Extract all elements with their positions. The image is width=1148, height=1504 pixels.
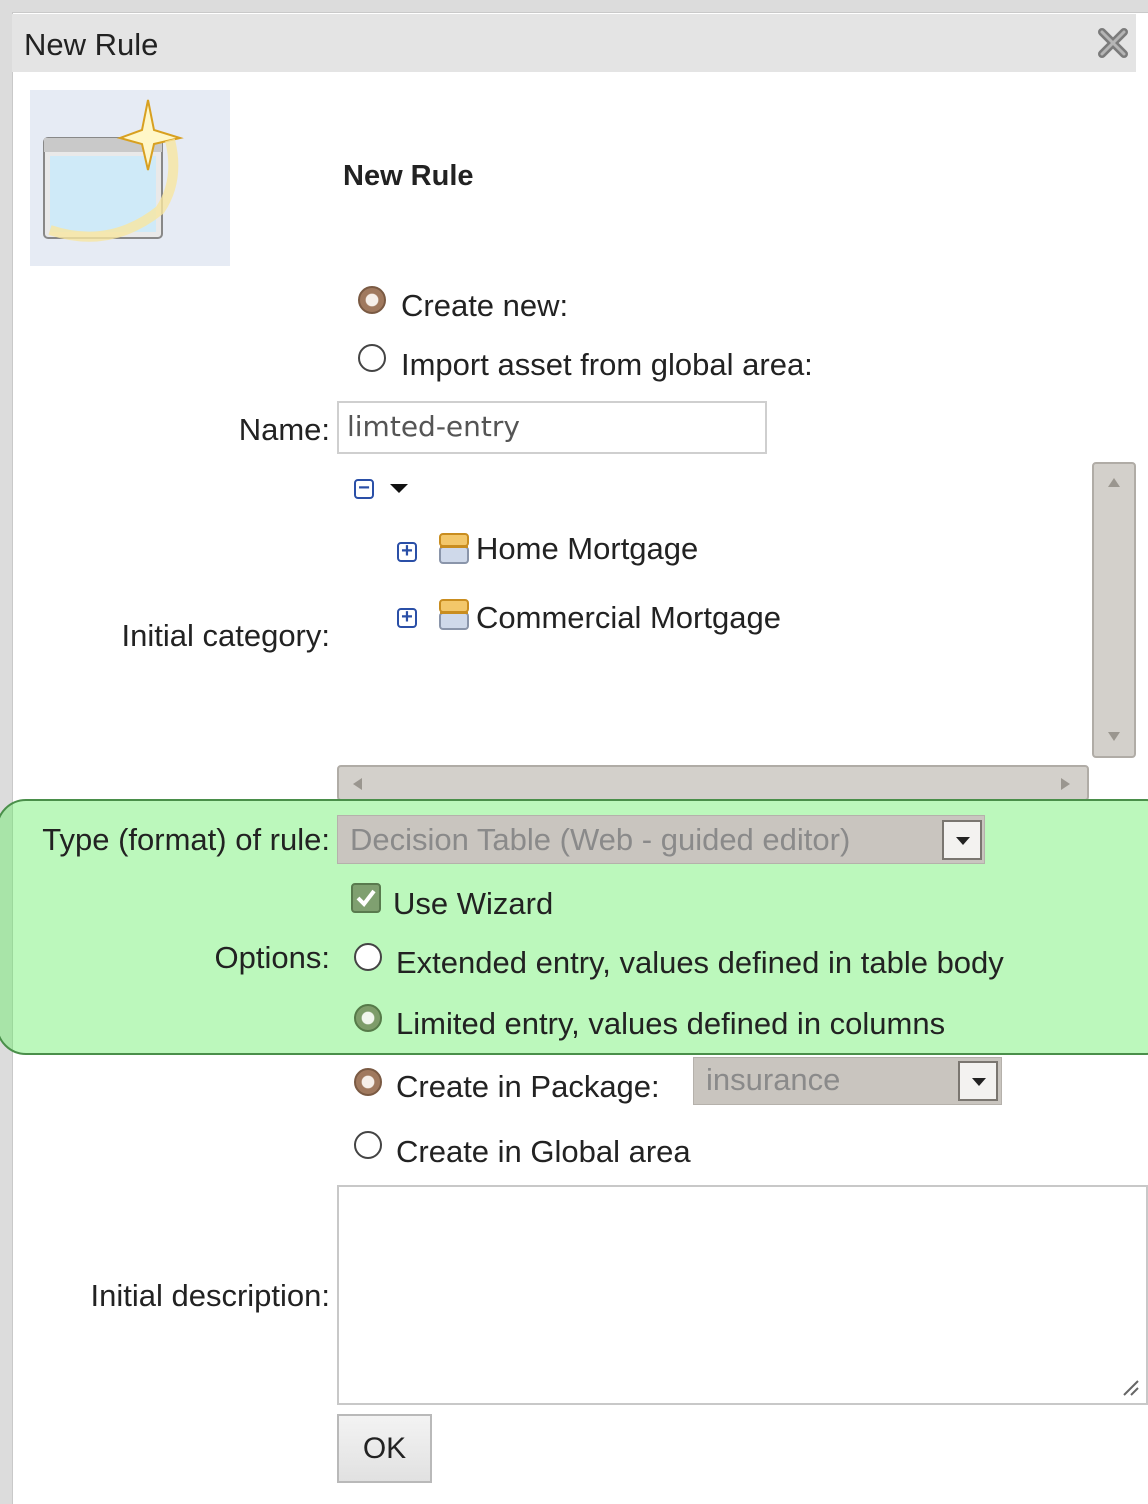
ok-button[interactable]: OK (337, 1414, 432, 1483)
create-in-global-label: Create in Global area (396, 1134, 691, 1169)
package-select[interactable]: insurance (693, 1057, 1002, 1105)
checkmark-icon (356, 889, 376, 908)
create-in-package-radio[interactable] (354, 1068, 382, 1096)
rule-type-dropdown-icon[interactable] (942, 820, 982, 860)
dialog-titlebar[interactable]: New Rule (12, 14, 1136, 72)
scroll-left-icon[interactable] (353, 778, 362, 790)
tree-vertical-scrollbar[interactable] (1092, 462, 1136, 758)
category-folder-icon (439, 599, 469, 630)
rule-type-label: Type (format) of rule: (42, 822, 330, 857)
scroll-up-icon[interactable] (1108, 478, 1120, 487)
rule-type-value: Decision Table (Web - guided editor) (350, 822, 851, 857)
resize-handle-icon[interactable] (1120, 1377, 1140, 1397)
initial-category-label: Initial category: (121, 618, 331, 653)
tree-horizontal-scrollbar[interactable] (337, 765, 1089, 801)
expand-icon[interactable]: + (397, 607, 417, 628)
initial-description-label: Initial description: (90, 1278, 330, 1313)
use-wizard-label: Use Wizard (393, 886, 554, 921)
name-input[interactable]: limted-entry (337, 401, 767, 454)
import-global-radio[interactable] (358, 344, 386, 372)
package-value: insurance (706, 1062, 841, 1097)
create-new-radio[interactable] (358, 286, 386, 314)
collapse-icon[interactable]: − (354, 478, 374, 499)
tree-item-commercial-mortgage[interactable]: Commercial Mortgage (476, 600, 781, 636)
scroll-down-icon[interactable] (1108, 732, 1120, 741)
tree-root-dropdown-icon[interactable] (390, 484, 408, 493)
expand-icon[interactable]: + (397, 541, 417, 562)
dialog-title: New Rule (24, 27, 159, 62)
extended-entry-label: Extended entry, values defined in table … (396, 945, 1004, 980)
close-icon[interactable] (1094, 24, 1132, 62)
rule-type-select[interactable]: Decision Table (Web - guided editor) (337, 815, 985, 864)
create-new-label: Create new: (401, 288, 569, 323)
initial-description-textarea[interactable] (337, 1185, 1148, 1405)
package-dropdown-icon[interactable] (958, 1061, 998, 1101)
create-in-global-radio[interactable] (354, 1131, 382, 1159)
tree-item-home-mortgage[interactable]: Home Mortgage (476, 531, 698, 567)
scroll-right-icon[interactable] (1061, 778, 1070, 790)
name-label: Name: (238, 412, 330, 447)
create-in-package-label: Create in Package: (396, 1069, 660, 1104)
limited-entry-label: Limited entry, values defined in columns (396, 1006, 946, 1041)
options-label: Options: (214, 940, 330, 975)
dialog-heading: New Rule (343, 160, 474, 192)
category-folder-icon (439, 533, 469, 564)
new-rule-wizard-icon (30, 90, 230, 266)
extended-entry-radio[interactable] (354, 943, 382, 971)
import-global-label: Import asset from global area: (401, 347, 813, 382)
use-wizard-checkbox[interactable] (351, 883, 381, 913)
limited-entry-radio[interactable] (354, 1004, 382, 1032)
